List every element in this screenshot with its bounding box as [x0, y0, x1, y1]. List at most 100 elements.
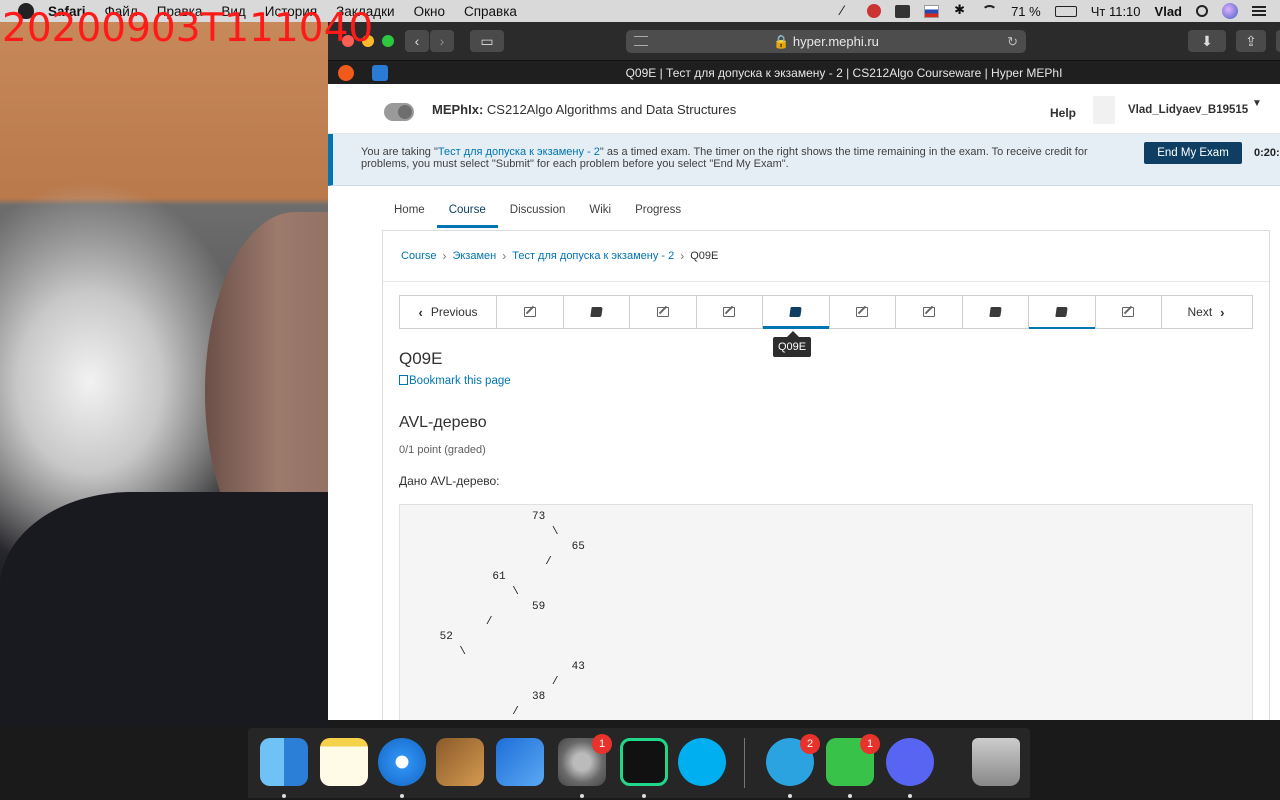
- user-menu[interactable]: Vlad: [1155, 4, 1182, 19]
- chevron-left-icon: ‹: [418, 304, 423, 320]
- bookmark-button[interactable]: Bookmark this page: [399, 375, 511, 387]
- book-icon: [590, 307, 603, 317]
- sequence-tab[interactable]: [896, 296, 963, 328]
- garageband-icon[interactable]: [436, 738, 484, 786]
- notes-icon[interactable]: [320, 738, 368, 786]
- system-preferences-icon[interactable]: 1: [558, 734, 612, 786]
- problem-points: 0/1 point (graded): [399, 444, 486, 456]
- sequence-tab[interactable]: [630, 296, 697, 328]
- course-tabs: Home Course Discussion Wiki Progress: [382, 198, 693, 228]
- sequence-tab[interactable]: [1096, 296, 1162, 328]
- breadcrumb-section[interactable]: Экзамен: [452, 250, 496, 262]
- slash-status-icon[interactable]: [838, 2, 853, 18]
- avatar[interactable]: [1093, 96, 1115, 124]
- exam-link[interactable]: Тест для допуска к экзамену - 2: [438, 146, 600, 158]
- telegram-icon[interactable]: 2: [766, 734, 820, 786]
- zoom-window-button[interactable]: [382, 35, 394, 47]
- divider: [383, 281, 1269, 282]
- menu-window[interactable]: Окно: [414, 4, 445, 19]
- active-tab-title[interactable]: Q09E | Тест для допуска к экзамену - 2 |…: [328, 61, 1280, 85]
- siri-icon[interactable]: [1222, 3, 1238, 19]
- downloads-button[interactable]: ⬇: [1188, 30, 1226, 52]
- page-content: MEPhIx: CS212Algo Algorithms and Data St…: [328, 84, 1280, 720]
- menu-help[interactable]: Справка: [464, 4, 517, 19]
- pycharm-icon[interactable]: [620, 738, 668, 786]
- course-org: MEPhIx:: [432, 102, 484, 117]
- tab-overview-button[interactable]: [1276, 30, 1280, 52]
- pencil-icon: [723, 307, 736, 317]
- sequence-tab[interactable]: [497, 296, 564, 328]
- book-icon: [1055, 307, 1068, 317]
- tab-progress[interactable]: Progress: [623, 198, 693, 228]
- facetime-icon[interactable]: 1: [826, 734, 880, 786]
- help-link[interactable]: Help: [1050, 106, 1076, 120]
- trash-icon[interactable]: [972, 738, 1020, 786]
- discord-icon[interactable]: [886, 738, 934, 786]
- forward-button[interactable]: ›: [430, 30, 454, 52]
- notification-badge: 1: [592, 734, 612, 754]
- input-source-icon[interactable]: [924, 4, 940, 18]
- unit-title: Q09E: [399, 349, 443, 368]
- battery-icon[interactable]: [1054, 5, 1077, 17]
- username[interactable]: Vlad_Lidyaev_B19515: [1128, 104, 1248, 116]
- download-icon: ⬇: [1201, 33, 1213, 49]
- sequence-tab[interactable]: [830, 296, 896, 328]
- tree-line: 38: [400, 691, 546, 703]
- tree-line: /: [400, 616, 493, 628]
- exam-notice: You are taking "Тест для допуска к экзам…: [361, 146, 1101, 170]
- breadcrumb-course[interactable]: Course: [401, 250, 436, 262]
- share-button[interactable]: ⇪: [1236, 30, 1266, 52]
- safari-icon[interactable]: [378, 738, 426, 786]
- previous-label: Previous: [430, 305, 478, 319]
- running-indicator: [848, 794, 852, 798]
- next-button[interactable]: Next ›: [1162, 296, 1250, 328]
- tab-discussion[interactable]: Discussion: [498, 198, 578, 228]
- previous-button[interactable]: ‹ Previous: [400, 296, 497, 328]
- skype-icon[interactable]: [678, 738, 726, 786]
- chevron-right-icon: ›: [502, 249, 507, 263]
- finder-icon[interactable]: [260, 738, 308, 786]
- sidebar-toggle-button[interactable]: ▭: [470, 30, 504, 52]
- sequence-tab[interactable]: [564, 296, 630, 328]
- tab-course[interactable]: Course: [436, 198, 498, 228]
- dock-separator: [744, 738, 745, 788]
- reader-icon[interactable]: [634, 36, 648, 46]
- tab-home[interactable]: Home: [382, 198, 437, 228]
- breadcrumb-subsection[interactable]: Тест для допуска к экзамену - 2: [512, 250, 674, 262]
- running-indicator: [642, 794, 646, 798]
- site-logo[interactable]: [384, 103, 414, 121]
- back-button[interactable]: ‹: [405, 30, 429, 52]
- reload-icon[interactable]: ↻: [1007, 30, 1018, 53]
- recording-timestamp: 20200903T111040: [2, 6, 374, 51]
- user-dropdown-icon[interactable]: ▼: [1252, 98, 1262, 109]
- record-status-icon[interactable]: [867, 4, 882, 18]
- running-indicator: [282, 794, 286, 798]
- tree-line: /: [400, 706, 519, 718]
- screen-status-icon[interactable]: [895, 4, 911, 18]
- spotlight-icon[interactable]: [1196, 5, 1208, 17]
- tab-wiki[interactable]: Wiki: [577, 198, 623, 228]
- book-icon: [989, 307, 1002, 317]
- sidebar-icon: ▭: [480, 33, 494, 49]
- clock[interactable]: Чт 11:10: [1091, 4, 1141, 19]
- sequence-tab-active[interactable]: [763, 296, 830, 329]
- dock: 1 2 1: [248, 728, 1030, 798]
- notification-badge: 1: [860, 734, 880, 754]
- course-content: Course › Экзамен › Тест для допуска к эк…: [382, 230, 1270, 720]
- bluetooth-icon[interactable]: [953, 2, 968, 18]
- xcode-icon[interactable]: [496, 738, 544, 786]
- running-indicator: [580, 794, 584, 798]
- running-indicator: [788, 794, 792, 798]
- pencil-icon: [922, 307, 935, 317]
- sequence-tab[interactable]: [1029, 296, 1096, 329]
- pencil-icon: [1122, 307, 1135, 317]
- status-area: 71 % Чт 11:10 Vlad: [838, 0, 1266, 22]
- wifi-icon[interactable]: [982, 4, 998, 18]
- sequence-tooltip: Q09E: [773, 331, 812, 357]
- address-bar[interactable]: 🔒 hyper.mephi.ru ↻: [626, 30, 1026, 53]
- chevron-right-icon: ›: [442, 249, 447, 263]
- end-exam-button[interactable]: End My Exam: [1144, 142, 1242, 164]
- sequence-tab[interactable]: [697, 296, 763, 328]
- sequence-tab[interactable]: [963, 296, 1029, 328]
- notification-center-icon[interactable]: [1252, 6, 1266, 16]
